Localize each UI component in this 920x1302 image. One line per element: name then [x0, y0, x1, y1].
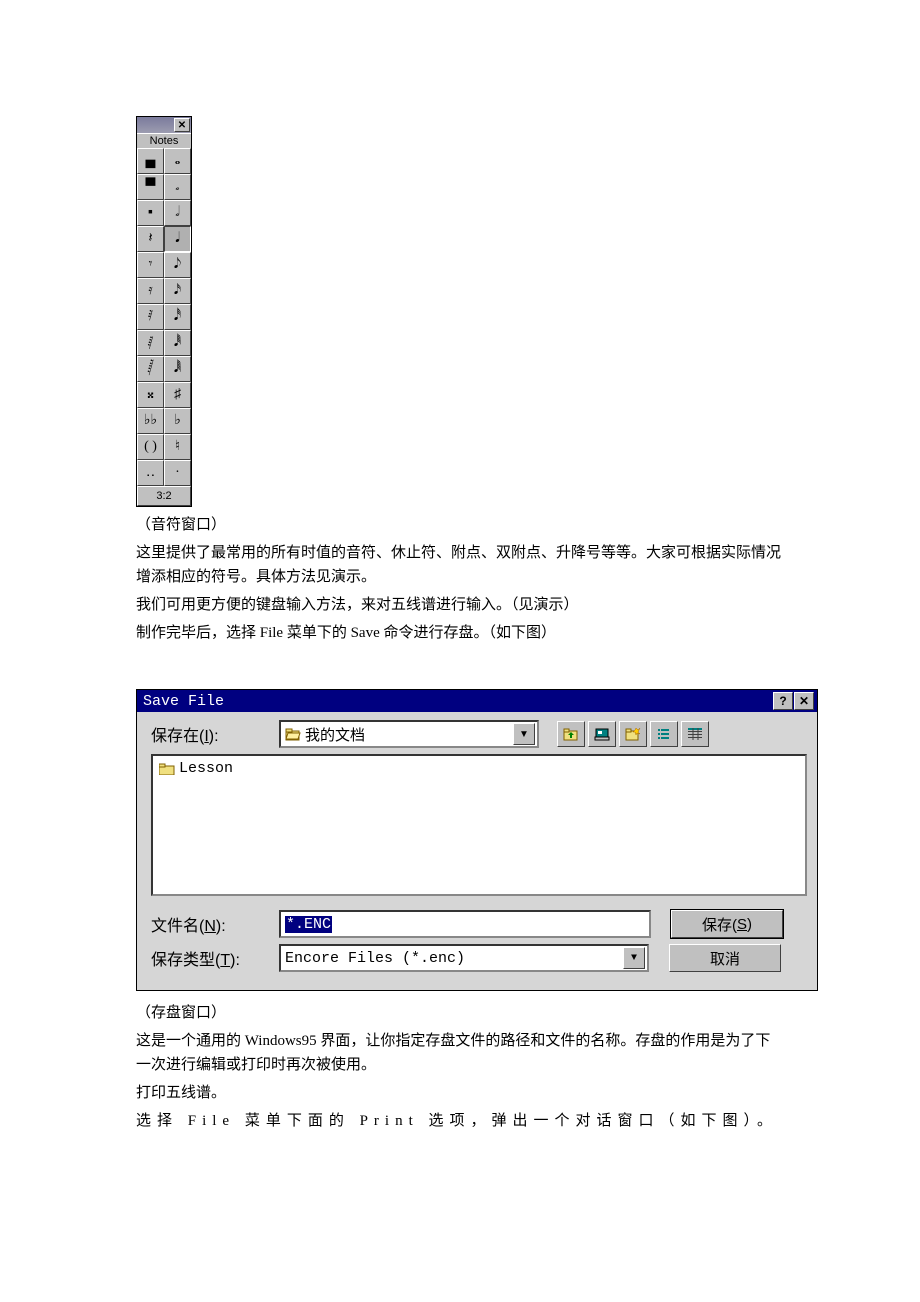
- dialog-title: Save File: [143, 693, 773, 710]
- save-button[interactable]: 保存(S): [671, 910, 783, 938]
- dropdown-arrow-icon[interactable]: ▼: [623, 947, 645, 969]
- double-flat-button[interactable]: ♭♭: [137, 408, 164, 434]
- list-icon: [656, 727, 672, 741]
- list-view-button[interactable]: [650, 721, 678, 747]
- doc-paragraph-4: 这是一个通用的 Windows95 界面，让你指定存盘文件的路径和文件的名称。存…: [136, 1029, 784, 1077]
- sixtyfourth-rest-button[interactable]: 𝅁: [137, 330, 164, 356]
- details-icon: [687, 727, 703, 741]
- sharp-button[interactable]: ♯: [164, 382, 191, 408]
- sixteenth-note-button[interactable]: 𝅘𝅥𝅯: [164, 278, 191, 304]
- double-sharp-button[interactable]: 𝄪: [137, 382, 164, 408]
- save-in-label: 保存在(I):: [151, 722, 279, 746]
- close-icon[interactable]: ✕: [174, 118, 190, 132]
- new-folder-icon: [625, 727, 641, 741]
- onetwentyeighth-rest-button[interactable]: 𝅂: [137, 356, 164, 382]
- doc-paragraph-5: 打印五线谱。: [136, 1081, 784, 1105]
- filetype-value: Encore Files (*.enc): [285, 950, 465, 967]
- folder-up-icon: [563, 727, 579, 741]
- dialog-titlebar[interactable]: Save File ? ✕: [137, 690, 817, 712]
- thirtysecond-rest-button[interactable]: 𝅀: [137, 304, 164, 330]
- onetwentyeighth-note-button[interactable]: 𝅘𝅥𝅲: [164, 356, 191, 382]
- folder-icon: [159, 763, 175, 775]
- folder-item[interactable]: Lesson: [159, 760, 799, 777]
- eighth-rest-button[interactable]: 𝄾: [137, 252, 164, 278]
- thirtysecond-note-button[interactable]: 𝅘𝅥𝅰: [164, 304, 191, 330]
- flat-button[interactable]: ♭: [164, 408, 191, 434]
- natural-button[interactable]: ♮: [164, 434, 191, 460]
- cancel-button[interactable]: 取消: [669, 944, 781, 972]
- sixteenth-rest-button[interactable]: 𝄿: [137, 278, 164, 304]
- filename-input[interactable]: *.ENC: [279, 910, 651, 938]
- filename-label: 文件名(N):: [151, 912, 279, 936]
- doc-paragraph-3: 制作完毕后，选择 File 菜单下的 Save 命令进行存盘。（如下图）: [136, 621, 784, 645]
- tuplet-button[interactable]: 3:2: [137, 486, 191, 506]
- details-view-button[interactable]: [681, 721, 709, 747]
- caption-notes-window: （音符窗口）: [136, 513, 784, 537]
- desktop-icon: [594, 727, 610, 741]
- half-note-button[interactable]: 𝅗𝅥: [164, 200, 191, 226]
- notes-palette-window: ✕ Notes ▄𝅝▀𝅗▪𝅗𝅥𝄽𝅘𝅥𝄾𝅘𝅥𝅮𝄿𝅘𝅥𝅯𝅀𝅘𝅥𝅰𝅁𝅘𝅥𝅱𝅂𝅘𝅥𝅲𝄪♯…: [136, 116, 192, 507]
- notes-palette-label: Notes: [137, 133, 191, 148]
- notes-palette-titlebar[interactable]: ✕: [137, 117, 191, 133]
- up-one-level-button[interactable]: [557, 721, 585, 747]
- half-rest-2-button[interactable]: ▪: [137, 200, 164, 226]
- half-rest-button[interactable]: ▀: [137, 174, 164, 200]
- filetype-combo[interactable]: Encore Files (*.enc) ▼: [279, 944, 649, 972]
- file-list-area[interactable]: Lesson: [151, 754, 807, 896]
- parentheses-button[interactable]: ( ): [137, 434, 164, 460]
- eighth-note-button[interactable]: 𝅘𝅥𝅮: [164, 252, 191, 278]
- folder-item-label: Lesson: [179, 760, 233, 777]
- desktop-button[interactable]: [588, 721, 616, 747]
- doc-paragraph-6: 选择 File 菜单下面的 Print 选项，弹出一个对话窗口（如下图）。: [136, 1109, 784, 1133]
- filename-value: *.ENC: [285, 916, 332, 933]
- whole-note-button[interactable]: 𝅝: [164, 148, 191, 174]
- half-note-open-button[interactable]: 𝅗: [164, 174, 191, 200]
- dropdown-arrow-icon[interactable]: ▼: [513, 723, 535, 745]
- doc-paragraph-2: 我们可用更方便的键盘输入方法，来对五线谱进行输入。（见演示）: [136, 593, 784, 617]
- quarter-note-button[interactable]: 𝅘𝅥: [164, 226, 191, 252]
- save-in-combo[interactable]: 我的文档 ▼: [279, 720, 539, 748]
- help-icon[interactable]: ?: [773, 692, 793, 710]
- doc-paragraph-1: 这里提供了最常用的所有时值的音符、休止符、附点、双附点、升降号等等。大家可根据实…: [136, 541, 784, 589]
- sixtyfourth-note-button[interactable]: 𝅘𝅥𝅱: [164, 330, 191, 356]
- filetype-label: 保存类型(T):: [151, 946, 279, 970]
- whole-rest-button[interactable]: ▄: [137, 148, 164, 174]
- save-file-dialog: Save File ? ✕ 保存在(I): 我的文档 ▼: [136, 689, 818, 991]
- save-in-value: 我的文档: [305, 724, 513, 745]
- dot-button[interactable]: ·: [164, 460, 191, 486]
- double-dot-button[interactable]: ‥: [137, 460, 164, 486]
- caption-save-window: （存盘窗口）: [136, 1001, 784, 1025]
- quarter-rest-button[interactable]: 𝄽: [137, 226, 164, 252]
- folder-open-icon: [285, 727, 301, 741]
- new-folder-button[interactable]: [619, 721, 647, 747]
- close-icon[interactable]: ✕: [794, 692, 814, 710]
